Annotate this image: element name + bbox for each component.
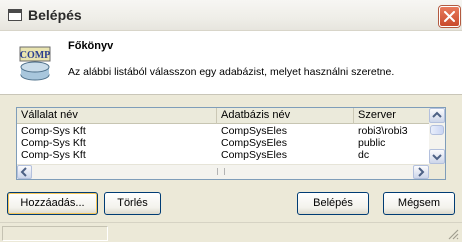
title-bar[interactable]: Belépés <box>0 0 462 31</box>
close-button[interactable] <box>439 6 460 27</box>
cell-server: public <box>358 137 386 149</box>
list-row[interactable]: Comp-Sys Kft CompSysEles dc <box>17 149 429 161</box>
horizontal-scrollbar[interactable] <box>17 164 429 179</box>
chevron-up-icon <box>432 111 442 118</box>
chevron-left-icon <box>20 167 27 177</box>
delete-button[interactable]: Törlés <box>104 192 161 215</box>
header-panel: COMP Főkönyv Az alábbi listából válasszo… <box>0 31 462 95</box>
column-header-company[interactable]: Vállalat név <box>17 108 217 124</box>
status-bar <box>0 222 462 242</box>
status-panel <box>2 226 108 241</box>
column-header-database[interactable]: Adatbázis név <box>217 108 354 124</box>
chevron-right-icon <box>418 167 425 177</box>
login-dialog: Belépés COMP Főkönyv Az alábbi listából … <box>0 0 462 242</box>
resize-grip-icon[interactable] <box>446 227 459 240</box>
header-subtitle: Az alábbi listából válasszon egy adabázi… <box>68 66 395 78</box>
column-header-server[interactable]: Szerver <box>354 108 429 124</box>
login-button[interactable]: Belépés <box>297 192 369 215</box>
vertical-scroll-thumb[interactable] <box>430 125 444 135</box>
cell-database: CompSysEles <box>221 137 287 149</box>
cell-database: CompSysEles <box>221 149 287 161</box>
cell-company: Comp-Sys Kft <box>21 125 86 137</box>
horizontal-scroll-thumb[interactable] <box>217 168 225 175</box>
chevron-down-icon <box>432 154 442 161</box>
cell-company: Comp-Sys Kft <box>21 137 86 149</box>
database-logo-icon: COMP <box>18 45 52 81</box>
scroll-up-button[interactable] <box>429 108 445 123</box>
cell-server: dc <box>358 149 370 161</box>
cancel-button[interactable]: Mégsem <box>383 192 455 215</box>
list-row[interactable]: Comp-Sys Kft CompSysEles robi3\robi3 <box>17 125 429 137</box>
scroll-left-button[interactable] <box>17 165 32 179</box>
list-header: Vállalat név Adatbázis név Szerver <box>17 108 429 124</box>
database-list[interactable]: Vállalat név Adatbázis név Szerver Comp-… <box>16 107 446 180</box>
scroll-right-button[interactable] <box>413 165 429 179</box>
close-icon <box>444 11 455 22</box>
list-row[interactable]: Comp-Sys Kft CompSysEles public <box>17 137 429 149</box>
svg-text:COMP: COMP <box>20 50 51 61</box>
cell-server: robi3\robi3 <box>358 125 408 137</box>
cell-database: CompSysEles <box>221 125 287 137</box>
add-button[interactable]: Hozzáadás... <box>7 192 98 215</box>
scroll-down-button[interactable] <box>429 149 445 164</box>
vertical-scrollbar[interactable] <box>429 108 445 164</box>
window-title: Belépés <box>28 7 82 23</box>
cell-company: Comp-Sys Kft <box>21 149 86 161</box>
window-icon <box>8 9 22 21</box>
scrollbar-corner <box>429 164 445 179</box>
header-title: Főkönyv <box>68 40 114 52</box>
